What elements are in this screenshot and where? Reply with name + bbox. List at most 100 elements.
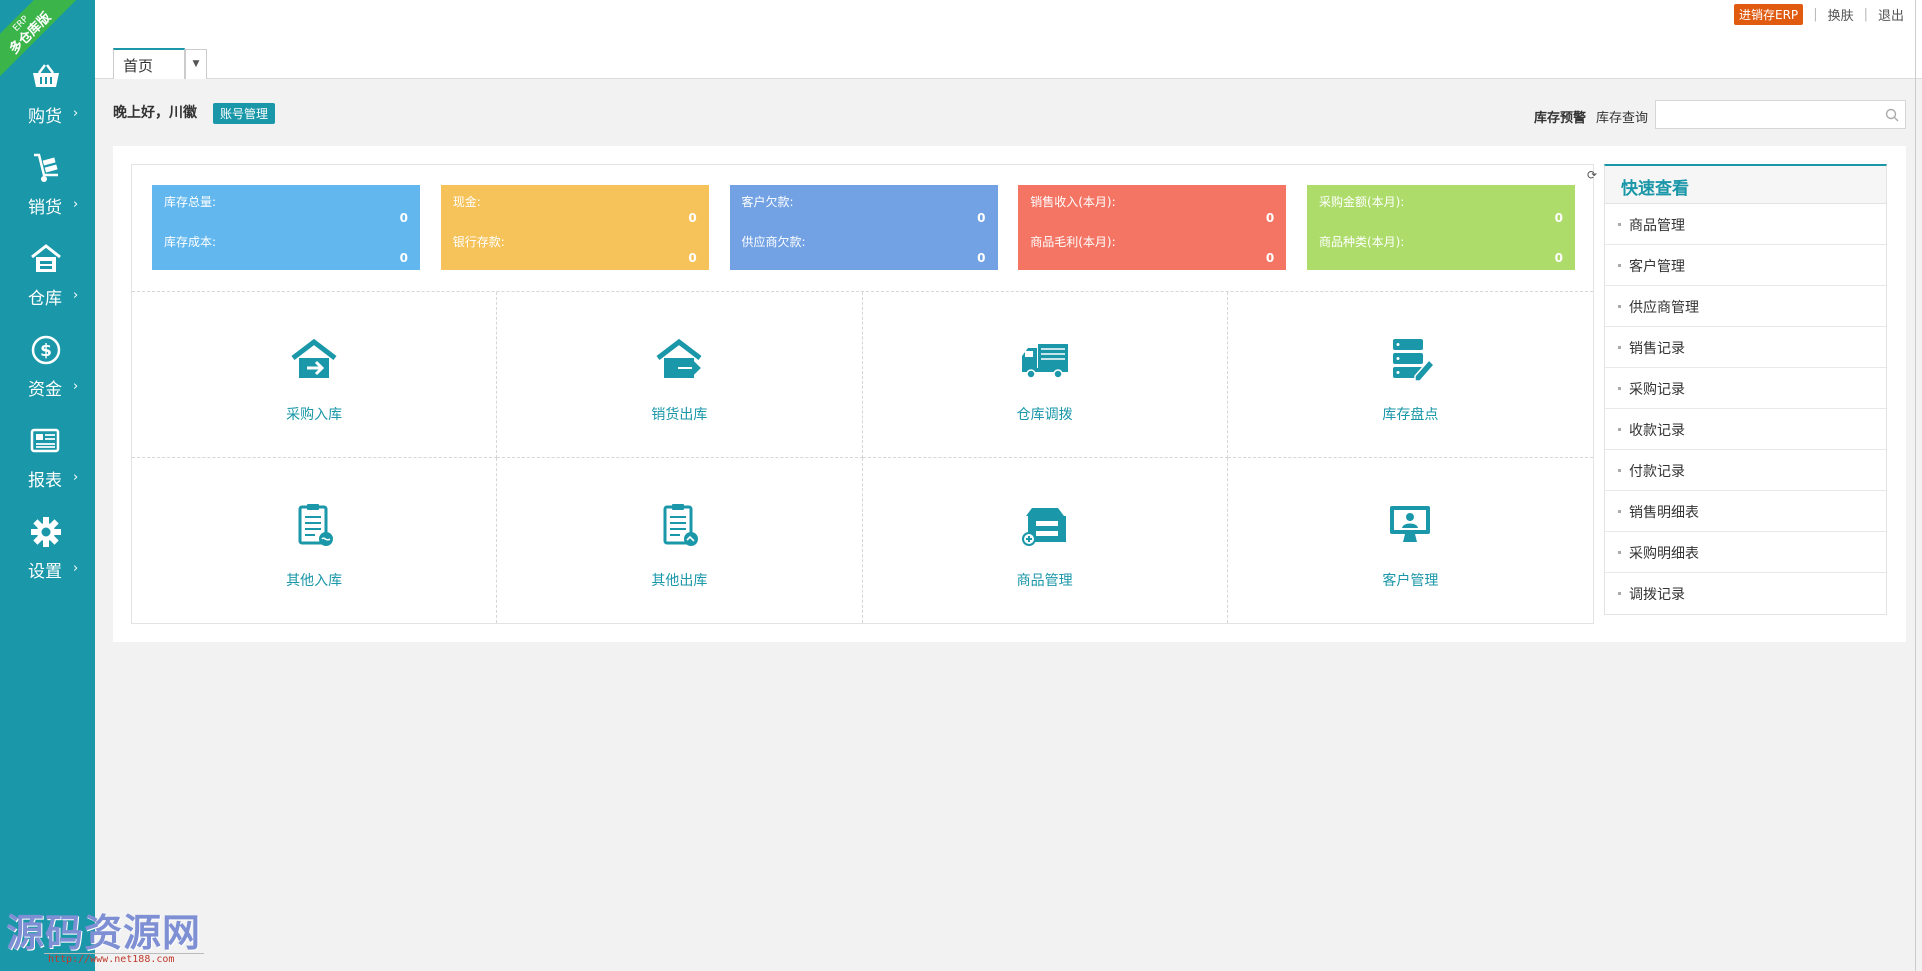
quick-link-customers[interactable]: 客户管理 [1605,245,1886,286]
caret-down-icon: ▼ [192,59,200,69]
search-icon[interactable] [1885,108,1899,122]
divider: | [1863,7,1868,22]
quick-link-suppliers[interactable]: 供应商管理 [1605,286,1886,327]
stat-value: 0 [688,211,697,225]
erp-badge-link[interactable]: 进销存ERP [1734,4,1804,25]
sidebar-item-label: 资金 [28,380,62,400]
stat-label: 销售收入(本月): [1030,195,1116,209]
top-links: 进销存ERP | 换肤 | 退出 [1734,4,1904,25]
stat-card-inventory: 库存总量: 0 库存成本: 0 [152,185,420,270]
stat-label: 商品毛利(本月): [1030,235,1116,249]
house-in-icon [291,338,337,378]
stat-label: 库存成本: [164,235,217,249]
stat-label: 库存总量: [164,195,217,209]
stat-label: 供应商欠款: [741,235,806,249]
sidebar-item-label: 报表 [28,471,62,491]
dashboard-panel: ⟳ 库存总量: 0 库存成本: 0 现金: 0 银行存款: 0 客户欠款: 0 … [113,146,1906,642]
chevron-right-icon: › [73,106,79,121]
stat-card-sales: 销售收入(本月): 0 商品毛利(本月): 0 [1018,185,1287,270]
quick-link-sales-records[interactable]: 销售记录 [1605,327,1886,368]
stat-label: 商品种类(本月): [1319,235,1405,249]
sidebar-item-sales[interactable]: 销货 › [0,149,95,240]
scrollbar-edge [1915,0,1916,971]
greeting-text: 晚上好，川徽 [113,105,197,121]
clipboard-out-icon [663,503,699,546]
chevron-right-icon: › [73,379,79,394]
account-manage-button[interactable]: 账号管理 [213,103,276,124]
shortcut-label: 其他出库 [651,572,708,589]
shortcut-label: 采购入库 [286,407,343,423]
stat-card-cash: 现金: 0 银行存款: 0 [440,185,709,270]
quick-link-sales-detail[interactable]: 销售明细表 [1605,491,1886,532]
svg-text:$: $ [40,341,52,361]
shortcut-stocktake[interactable]: 库存盘点 [1227,292,1593,458]
skin-link[interactable]: 换肤 [1828,5,1854,24]
tab-dropdown-button[interactable]: ▼ [185,49,207,79]
inventory-check-icon [1393,339,1436,382]
top-bar: 进销存ERP | 换肤 | 退出 首页 ▼ [95,0,1922,79]
quick-link-transfer-records[interactable]: 调拨记录 [1605,573,1886,614]
sidebar-item-label: 仓库 [28,289,62,309]
sidebar-nav: 购货 › 销货 › 仓库 › $ 资金 › 报表 › 设置 › [0,58,95,604]
truck-icon [1021,344,1068,379]
quick-link-purchase-records[interactable]: 采购记录 [1605,368,1886,409]
shortcut-purchase-in[interactable]: 采购入库 [132,292,498,458]
stock-query-label: 库存查询 [1596,111,1649,126]
tab-home[interactable]: 首页 [113,48,185,79]
clipboard-in-icon [298,503,334,546]
stat-value: 0 [688,251,697,265]
stat-card-debts: 客户欠款: 0 供应商欠款: 0 [729,185,998,270]
sidebar-item-warehouse[interactable]: 仓库 › [0,240,95,331]
shortcut-label: 商品管理 [1016,572,1073,589]
stat-card-purchase: 采购金额(本月): 0 商品种类(本月): 0 [1307,185,1575,270]
stat-value: 0 [977,251,986,265]
watermark-text: 源码资源网 [6,910,202,955]
shortcut-label: 仓库调拨 [1016,407,1073,423]
chevron-right-icon: › [73,470,79,485]
watermark: 源码资源网 http://www.net188.com [6,902,206,965]
sidebar-item-reports[interactable]: 报表 › [0,422,95,513]
sidebar: ERP 多仓库版 购货 › 销货 › 仓库 › $ 资金 › 报表 › 设置 ›… [0,0,204,971]
chevron-right-icon: › [73,288,79,303]
stat-value: 0 [399,211,408,225]
quick-link-purchase-detail[interactable]: 采购明细表 [1605,532,1886,573]
dollar-icon: $ [31,335,61,365]
quick-link-products[interactable]: 商品管理 [1605,204,1886,245]
house-out-icon [656,338,702,378]
shortcut-products[interactable]: 商品管理 [863,457,1228,623]
shortcut-sales-out[interactable]: 销货出库 [497,292,863,458]
customer-monitor-icon [1390,505,1431,542]
shortcut-customers[interactable]: 客户管理 [1228,458,1593,624]
sidebar-item-settings[interactable]: 设置 › [0,513,95,604]
shortcut-grid: 采购入库 销货出库 仓库调拨 库存盘点 其他入库 其他出库 商品管理 客户管理 [132,291,1593,623]
shortcut-label: 其他入库 [286,572,343,589]
logout-link[interactable]: 退出 [1878,5,1904,24]
sidebar-item-funds[interactable]: $ 资金 › [0,331,95,422]
shortcut-label: 销货出库 [651,407,708,423]
shortcut-other-out[interactable]: 其他出库 [497,457,863,623]
dashboard-main: ⟳ 库存总量: 0 库存成本: 0 现金: 0 银行存款: 0 客户欠款: 0 … [131,164,1597,624]
hand-truck-icon [34,153,58,182]
stat-label: 客户欠款: [741,195,794,209]
quick-view-title: 快速查看 [1605,166,1886,204]
quick-link-receipt-records[interactable]: 收款记录 [1605,409,1886,450]
divider: | [1813,7,1818,22]
sidebar-item-label: 设置 [28,562,62,582]
stock-search-input[interactable] [1655,100,1906,129]
shortcut-label: 客户管理 [1382,572,1439,589]
shortcut-transfer[interactable]: 仓库调拨 [862,292,1228,458]
stat-value: 0 [1265,251,1275,265]
stock-warning-link[interactable]: 库存预警 [1534,107,1586,126]
quick-link-payment-records[interactable]: 付款记录 [1605,450,1886,491]
shortcut-other-in[interactable]: 其他入库 [132,457,498,623]
sidebar-item-purchase[interactable]: 购货 › [0,58,95,149]
gear-icon [31,517,61,547]
basket-icon [33,64,59,87]
product-box-icon [1021,507,1066,546]
stat-cards: 库存总量: 0 库存成本: 0 现金: 0 银行存款: 0 客户欠款: 0 供应… [152,185,1575,270]
refresh-icon[interactable]: ⟳ [1587,168,1597,182]
stat-label: 现金: [452,195,481,209]
chevron-right-icon: › [73,197,79,212]
stat-value: 0 [1554,211,1563,225]
report-icon [30,428,60,453]
